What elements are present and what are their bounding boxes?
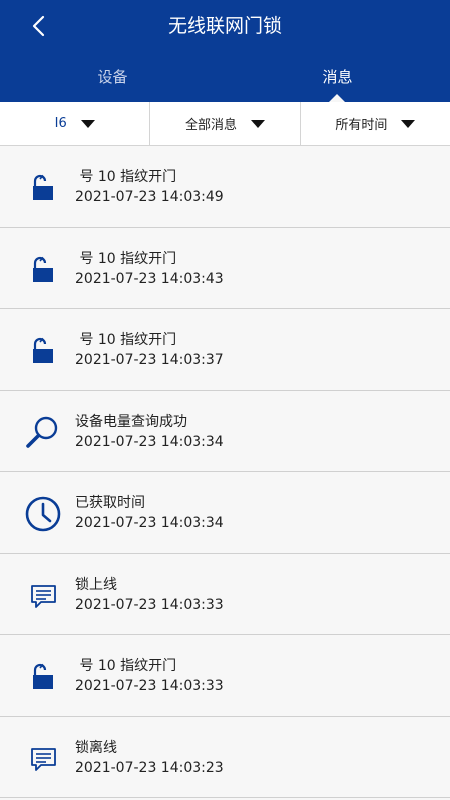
- caret-down-icon: [251, 119, 265, 128]
- message-time: 2021-07-23 14:03:43: [75, 270, 224, 287]
- message-text: 号 10 指纹开门: [75, 169, 177, 185]
- message-text: 设备电量查询成功: [75, 413, 187, 430]
- list-item[interactable]: 号 10 指纹开门 2021-07-23 14:03:33: [0, 635, 450, 717]
- chat-icon: [24, 577, 62, 615]
- message-time: 2021-07-23 14:03:34: [75, 433, 224, 450]
- list-item[interactable]: 锁离线 2021-07-23 14:03:23: [0, 716, 450, 798]
- caret-down-icon: [401, 119, 416, 128]
- message-time: 2021-07-23 14:03:33: [75, 596, 224, 613]
- page-title: 无线联网门锁: [167, 15, 282, 37]
- message-text: 号 10 指纹开门: [75, 250, 177, 267]
- message-text: 锁上线: [75, 576, 117, 593]
- tab-device[interactable]: 设备: [0, 62, 225, 94]
- time-filter-value: 所有时间: [335, 118, 388, 133]
- chat-icon: [24, 740, 62, 778]
- list-item[interactable]: 号 10 指纹开门 2021-07-23 14:03:43: [0, 227, 450, 309]
- clock-icon: [24, 495, 62, 533]
- magnifier-icon: [24, 414, 62, 452]
- device-filter-value: I6: [54, 116, 67, 131]
- message-text: 锁离线: [75, 739, 117, 756]
- active-tab-indicator: [329, 94, 345, 102]
- tab-message[interactable]: 消息: [225, 62, 450, 94]
- unlock-icon: [24, 169, 62, 207]
- message-time: 2021-07-23 14:03:34: [75, 515, 224, 531]
- list-item[interactable]: 已获取时间 2021-07-23 14:03:34: [0, 472, 450, 554]
- message-list: 号 10 指纹开门 2021-07-23 14:03:49 号 10 指纹开门 …: [0, 146, 450, 798]
- app-header: 无线联网门锁 设备 消息: [0, 0, 450, 102]
- device-filter-dropdown[interactable]: I6: [0, 102, 149, 145]
- list-item[interactable]: 锁上线 2021-07-23 14:03:33: [0, 553, 450, 635]
- list-item[interactable]: 设备电量查询成功 2021-07-23 14:03:34: [0, 390, 450, 472]
- message-time: 2021-07-23 14:03:23: [75, 759, 224, 776]
- list-item[interactable]: 号 10 指纹开门 2021-07-23 14:03:37: [0, 309, 450, 391]
- filter-bar: I6 全部消息 所有时间: [0, 102, 450, 146]
- message-type-filter-value: 全部消息: [184, 118, 237, 133]
- list-item[interactable]: 号 10 指纹开门 2021-07-23 14:03:49: [0, 146, 450, 228]
- time-filter-dropdown[interactable]: 所有时间: [299, 102, 450, 145]
- message-time: 2021-07-23 14:03:37: [75, 352, 224, 368]
- unlock-icon: [24, 251, 62, 289]
- message-time: 2021-07-23 14:03:33: [75, 678, 224, 694]
- caret-down-icon: [80, 119, 95, 128]
- message-text: 号 10 指纹开门: [75, 332, 177, 348]
- message-type-filter-dropdown[interactable]: 全部消息: [149, 102, 299, 145]
- message-text: 号 10 指纹开门: [75, 658, 177, 674]
- unlock-icon: [24, 332, 62, 370]
- message-text: 已获取时间: [75, 495, 145, 511]
- message-time: 2021-07-23 14:03:49: [75, 189, 224, 205]
- unlock-icon: [24, 658, 62, 696]
